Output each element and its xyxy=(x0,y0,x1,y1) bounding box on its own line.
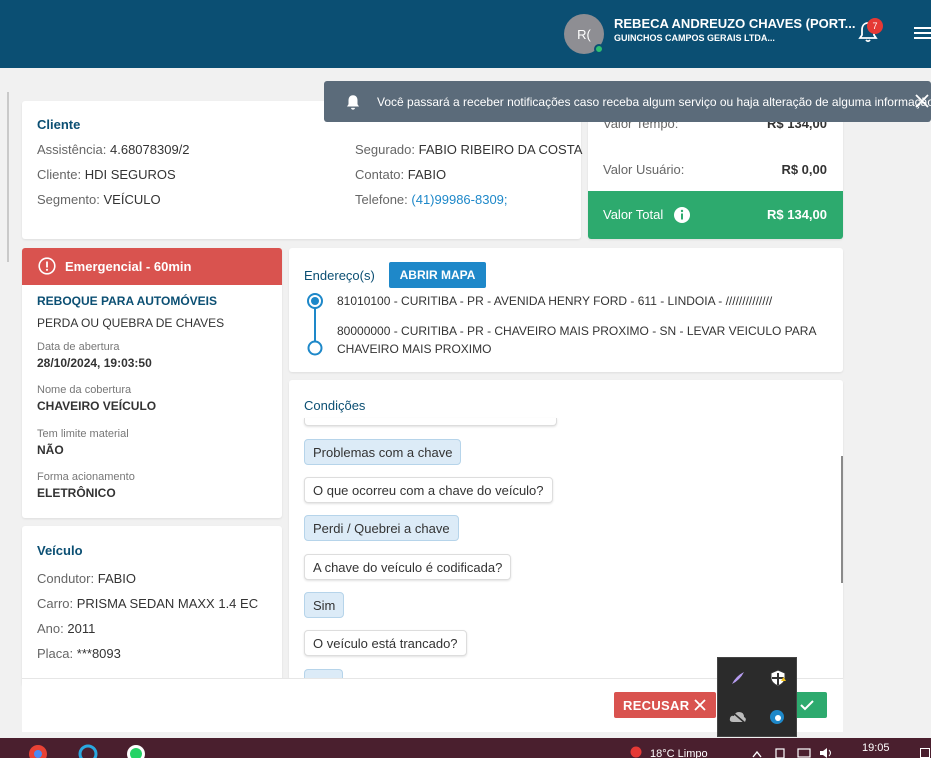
system-tray-popup xyxy=(717,657,797,737)
origin-address: 81010100 - CURITIBA - PR - AVENIDA HENRY… xyxy=(337,294,773,308)
emergency-label: Emergencial - 60min xyxy=(65,259,192,274)
reject-label: RECUSAR xyxy=(623,698,690,713)
cortana-icon[interactable] xyxy=(78,744,98,758)
condition-question: O veículo está trancado? xyxy=(304,630,467,656)
contato-row: Contato: FABIO xyxy=(355,167,447,182)
toast-message: Você passará a receber notificações caso… xyxy=(377,95,931,109)
condition-question: A chave do veículo é codificada? xyxy=(304,554,512,580)
top-bar xyxy=(0,0,931,68)
route-line xyxy=(307,293,323,356)
valor-total-amount: R$ 134,00 xyxy=(767,207,827,222)
telefone-row: Telefone: (41)99986-8309; xyxy=(355,192,508,207)
edge-browser-icon[interactable] xyxy=(769,709,785,725)
avatar-initials: R( xyxy=(577,26,591,42)
valor-total-label: Valor Total xyxy=(603,207,664,222)
info-icon[interactable] xyxy=(673,206,691,224)
acionamento-label: Forma acionamento xyxy=(37,471,135,483)
taskbar: 18°C Limpo 19:05 xyxy=(0,738,931,758)
weather-text[interactable]: 18°C Limpo xyxy=(650,748,708,758)
conditions-scrollbar[interactable] xyxy=(841,456,843,583)
telefone-link[interactable]: (41)99986-8309; xyxy=(411,192,507,207)
placa-row: Placa: ***8093 xyxy=(37,646,121,661)
clock-time[interactable]: 19:05 xyxy=(862,742,890,754)
service-reason: PERDA OU QUEBRA DE CHAVES xyxy=(37,316,225,330)
online-status-dot xyxy=(594,44,604,54)
whatsapp-icon[interactable] xyxy=(126,744,146,758)
abertura-value: 28/10/2024, 19:03:50 xyxy=(37,356,152,370)
close-icon xyxy=(694,699,706,711)
notification-count-badge: 7 xyxy=(867,18,883,34)
condition-answer: Perdi / Quebrei a chave xyxy=(304,515,459,541)
valor-usuario-amount: R$ 0,00 xyxy=(781,162,827,177)
condition-answer: Sim xyxy=(304,592,345,618)
address-title: Endereço(s) xyxy=(304,268,375,283)
check-icon xyxy=(800,700,814,711)
client-title: Cliente xyxy=(37,117,81,132)
reject-button[interactable]: RECUSAR xyxy=(614,692,716,718)
vehicle-title: Veículo xyxy=(37,543,83,558)
left-scroll-line xyxy=(7,92,9,262)
condition-question: O que ocorreu com a chave do veículo? xyxy=(304,477,553,503)
service-type: REBOQUE PARA AUTOMÓVEIS xyxy=(37,294,218,308)
chrome-icon[interactable] xyxy=(28,744,48,758)
conditions-title: Condições xyxy=(304,398,366,413)
partial-chip-top xyxy=(304,418,557,426)
close-icon[interactable] xyxy=(914,93,930,109)
valor-usuario-label: Valor Usuário: xyxy=(603,162,685,177)
abertura-label: Data de abertura xyxy=(37,341,120,353)
user-company: GUINCHOS CAMPOS GERAIS LTDA... xyxy=(614,33,775,43)
toast-bell-icon xyxy=(347,95,359,110)
segurado-row: Segurado: FABIO RIBEIRO DA COSTA xyxy=(355,142,583,157)
total-bar: Valor Total R$ 134,00 xyxy=(588,191,843,239)
user-name[interactable]: REBECA ANDREUZO CHAVES (PORT... xyxy=(614,16,855,31)
alert-circle-icon xyxy=(38,257,56,275)
acionamento-value: ELETRÔNICO xyxy=(37,486,116,500)
emergency-badge: Emergencial - 60min xyxy=(22,248,282,285)
cobertura-value: CHAVEIRO VEÍCULO xyxy=(37,399,157,413)
security-shield-icon[interactable] xyxy=(769,669,787,687)
segmento-row: Segmento: VEÍCULO xyxy=(37,192,161,207)
condutor-row: Condutor: FABIO xyxy=(37,571,137,586)
notification-toast: Você passará a receber notificações caso… xyxy=(324,81,931,122)
battery-icon[interactable] xyxy=(775,747,785,758)
chevron-up-icon[interactable] xyxy=(752,750,762,758)
assistencia-row: Assistência: 4.68078309/2 xyxy=(37,142,190,157)
destination-address: 80000000 - CURITIBA - PR - CHAVEIRO MAIS… xyxy=(337,324,816,356)
cobertura-label: Nome da cobertura xyxy=(37,384,132,396)
volume-icon[interactable] xyxy=(819,748,835,758)
open-map-button[interactable]: ABRIR MAPA xyxy=(389,262,486,288)
limite-label: Tem limite material xyxy=(37,428,129,440)
cloud-offline-icon[interactable] xyxy=(729,710,747,724)
network-icon[interactable] xyxy=(797,748,811,758)
carro-row: Carro: PRISMA SEDAN MAXX 1.4 EC xyxy=(37,596,259,611)
limite-value: NÃO xyxy=(37,443,64,457)
notification-center-icon[interactable] xyxy=(920,748,930,758)
weather-alert-icon[interactable] xyxy=(630,746,642,758)
cliente-row: Cliente: HDI SEGUROS xyxy=(37,167,176,182)
menu-icon[interactable] xyxy=(912,24,931,42)
ano-row: Ano: 2011 xyxy=(37,621,96,636)
feather-app-icon[interactable] xyxy=(730,670,746,686)
condition-answer: Problemas com a chave xyxy=(304,439,462,465)
